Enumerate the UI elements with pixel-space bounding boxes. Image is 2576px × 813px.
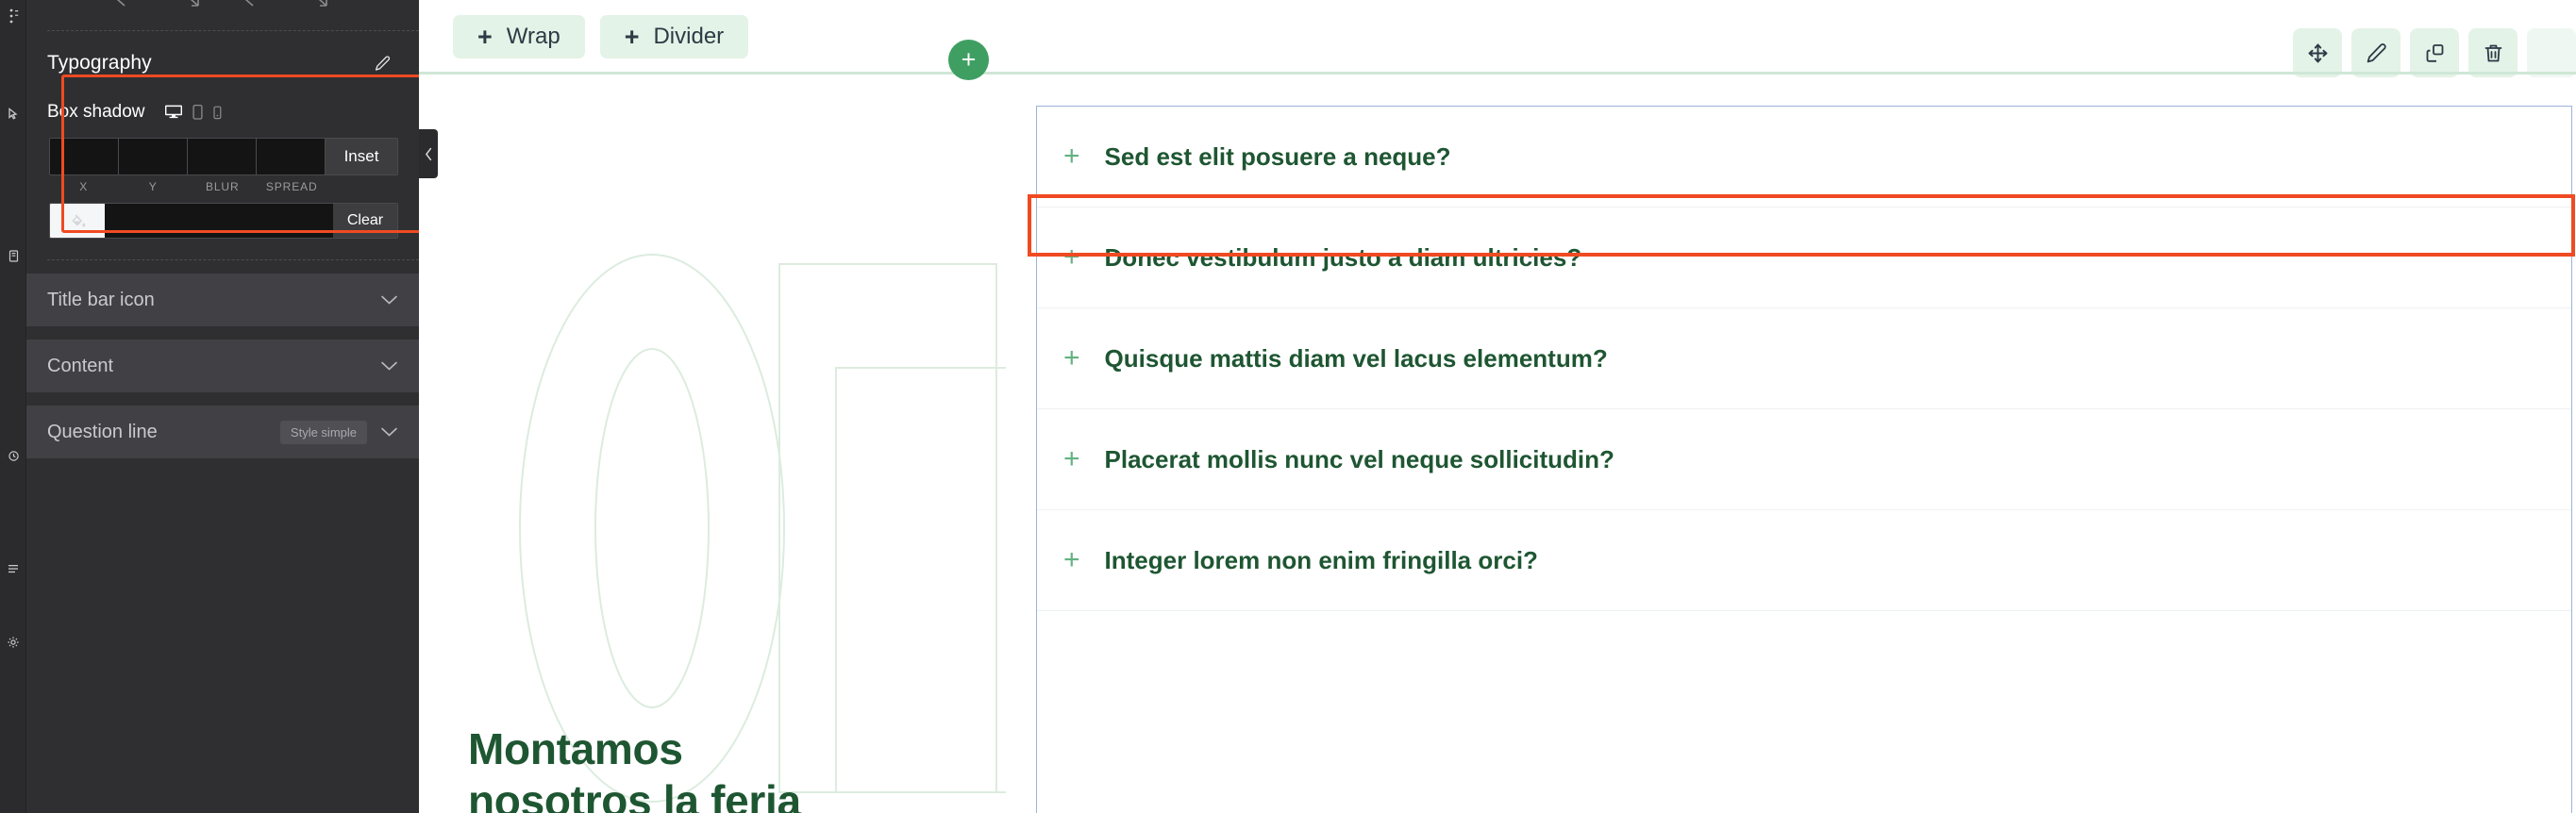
section-label: Title bar icon <box>47 289 155 310</box>
clear-button[interactable]: Clear <box>333 204 397 238</box>
settings-icon[interactable] <box>0 630 26 655</box>
faq-column: + Sed est elit posuere a neque? + Donec … <box>1023 75 2576 813</box>
shadow-spread-cell[interactable] <box>257 139 326 174</box>
divider-2 <box>47 259 419 260</box>
faq-accordion: + Sed est elit posuere a neque? + Donec … <box>1028 106 2575 813</box>
inset-button[interactable]: Inset <box>326 139 397 174</box>
icon-rail <box>0 0 26 813</box>
move-icon[interactable] <box>2293 28 2342 77</box>
plus-icon: + <box>1063 141 1080 172</box>
editor-canvas: + Wrap + Divider + Montamos nosotros la … <box>419 0 2576 813</box>
paint-bucket-icon[interactable] <box>50 204 105 238</box>
plus-icon: + <box>1063 443 1080 474</box>
chip-label: Divider <box>653 24 725 49</box>
shadow-y-cell[interactable] <box>119 139 188 174</box>
chip-label: Wrap <box>506 24 560 49</box>
duplicate-icon[interactable] <box>2410 28 2459 77</box>
plus-icon: + <box>477 22 493 51</box>
insert-chip-bar: + Wrap + Divider <box>453 15 749 58</box>
shadow-y-input[interactable] <box>119 139 187 174</box>
faq-row[interactable]: + Integer lorem non enim fringilla orci? <box>1037 510 2571 611</box>
chevron-down-icon[interactable] <box>380 294 398 306</box>
settings-panel: Typography Box shadow Inset X Y BLUR SPR… <box>26 0 419 813</box>
panel-collapse-toggle[interactable] <box>419 129 438 178</box>
faq-row[interactable]: + Quisque mattis diam vel lacus elementu… <box>1037 308 2571 409</box>
chevron-down-icon[interactable] <box>380 426 398 438</box>
box-shadow-header: Box shadow <box>26 94 419 130</box>
add-divider-button[interactable]: + Divider <box>599 15 749 58</box>
section-controls: Style simple <box>279 420 398 444</box>
shadow-spread-input[interactable] <box>257 139 325 174</box>
shadow-blur-input[interactable] <box>188 139 256 174</box>
shadow-x-cell[interactable] <box>50 139 119 174</box>
faq-question: Integer lorem non enim fringilla orci? <box>1104 545 1538 574</box>
cursor-icon[interactable] <box>0 102 26 126</box>
divider <box>47 30 419 31</box>
pencil-icon[interactable] <box>2351 28 2400 77</box>
shadow-blur-label: BLUR <box>205 180 240 193</box>
pencil-icon[interactable] <box>370 51 394 75</box>
typography-title: Typography <box>47 52 152 74</box>
add-wrap-button[interactable]: + Wrap <box>453 15 585 58</box>
plus-icon: + <box>624 22 640 51</box>
text-column: Montamos nosotros la feria / VFF crea y … <box>419 75 1063 813</box>
section-label: Content <box>47 355 114 376</box>
section-rule <box>419 72 2576 75</box>
shadow-blur-cell[interactable] <box>188 139 257 174</box>
status-badge[interactable]: Style simple <box>279 420 367 444</box>
faq-row[interactable]: + Placerat mollis nunc vel neque sollici… <box>1037 409 2571 510</box>
faq-row[interactable]: + Donec vestibulum justo a diam ultricie… <box>1037 207 2571 308</box>
shadow-x-input[interactable] <box>50 139 118 174</box>
page-title: Montamos nosotros la feria / VFF crea y … <box>468 724 801 813</box>
alignment-arrows-row <box>26 0 419 26</box>
section-controls <box>380 360 398 372</box>
clock-icon[interactable] <box>0 443 26 468</box>
add-section-button[interactable]: + <box>948 40 989 80</box>
tablet-icon[interactable] <box>192 104 204 121</box>
shadow-spread-label: SPREAD <box>265 180 318 193</box>
drag-dots-icon[interactable] <box>0 4 26 28</box>
sidebar-item-question-line[interactable]: Question line Style simple <box>26 406 419 458</box>
element-toolbar <box>2293 28 2576 77</box>
faq-question: Placerat mollis nunc vel neque sollicitu… <box>1104 444 1614 473</box>
label-spacer <box>326 180 398 193</box>
content-columns: Montamos nosotros la feria / VFF crea y … <box>419 75 2576 813</box>
plus-icon: + <box>1063 342 1080 373</box>
layers-icon[interactable] <box>0 243 26 268</box>
shadow-y-label: Y <box>148 180 158 193</box>
list-icon[interactable] <box>0 556 26 581</box>
section-controls <box>380 294 398 306</box>
box-shadow-color-row: Clear <box>49 203 398 239</box>
device-toggle-group <box>164 104 223 121</box>
shadow-x-label: X <box>79 180 89 193</box>
box-shadow-group: Box shadow Inset X Y BLUR SPREAD Clear <box>26 85 419 239</box>
box-shadow-label: Box shadow <box>47 102 145 122</box>
plus-icon: + <box>1063 241 1080 273</box>
chevron-down-icon[interactable] <box>380 360 398 372</box>
more-actions-button[interactable] <box>2527 28 2576 77</box>
faq-question: Donec vestibulum justo a diam ultricies? <box>1104 242 1582 272</box>
plus-icon: + <box>961 45 977 74</box>
plus-icon: + <box>1063 544 1080 575</box>
box-shadow-value-inputs: Inset <box>49 138 398 175</box>
faq-question: Quisque mattis diam vel lacus elementum? <box>1104 343 1608 373</box>
shadow-color-preview[interactable] <box>105 204 333 238</box>
faq-question: Sed est elit posuere a neque? <box>1104 141 1451 171</box>
typography-section-header: Typography <box>26 41 419 85</box>
sidebar-item-title-bar-icon[interactable]: Title bar icon <box>26 274 419 326</box>
sidebar-item-content[interactable]: Content <box>26 340 419 392</box>
section-label: Question line <box>47 421 158 442</box>
mobile-icon[interactable] <box>212 105 223 121</box>
box-shadow-field-labels: X Y BLUR SPREAD <box>49 175 398 193</box>
desktop-icon[interactable] <box>164 104 183 121</box>
app-root: Typography Box shadow Inset X Y BLUR SPR… <box>0 0 2576 813</box>
faq-row[interactable]: + Sed est elit posuere a neque? <box>1037 107 2571 207</box>
trash-icon[interactable] <box>2468 28 2517 77</box>
